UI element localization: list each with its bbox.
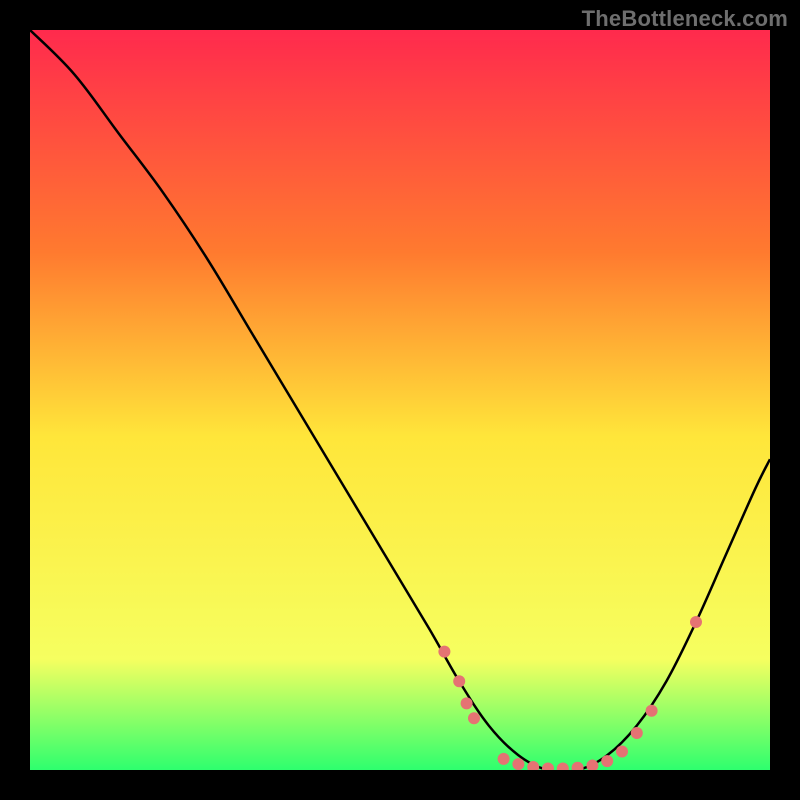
highlight-dot bbox=[453, 675, 465, 687]
highlight-dot bbox=[690, 616, 702, 628]
highlight-dot bbox=[646, 705, 658, 717]
highlight-dot bbox=[438, 646, 450, 658]
highlight-dot bbox=[512, 758, 524, 770]
chart-stage: TheBottleneck.com bbox=[0, 0, 800, 800]
plot-area bbox=[30, 30, 770, 770]
highlight-dot bbox=[601, 755, 613, 767]
highlight-dot bbox=[468, 712, 480, 724]
highlight-dot bbox=[461, 697, 473, 709]
gradient-background bbox=[30, 30, 770, 770]
chart-svg bbox=[30, 30, 770, 770]
highlight-dot bbox=[498, 753, 510, 765]
highlight-dot bbox=[616, 746, 628, 758]
watermark-text: TheBottleneck.com bbox=[582, 6, 788, 32]
highlight-dot bbox=[631, 727, 643, 739]
